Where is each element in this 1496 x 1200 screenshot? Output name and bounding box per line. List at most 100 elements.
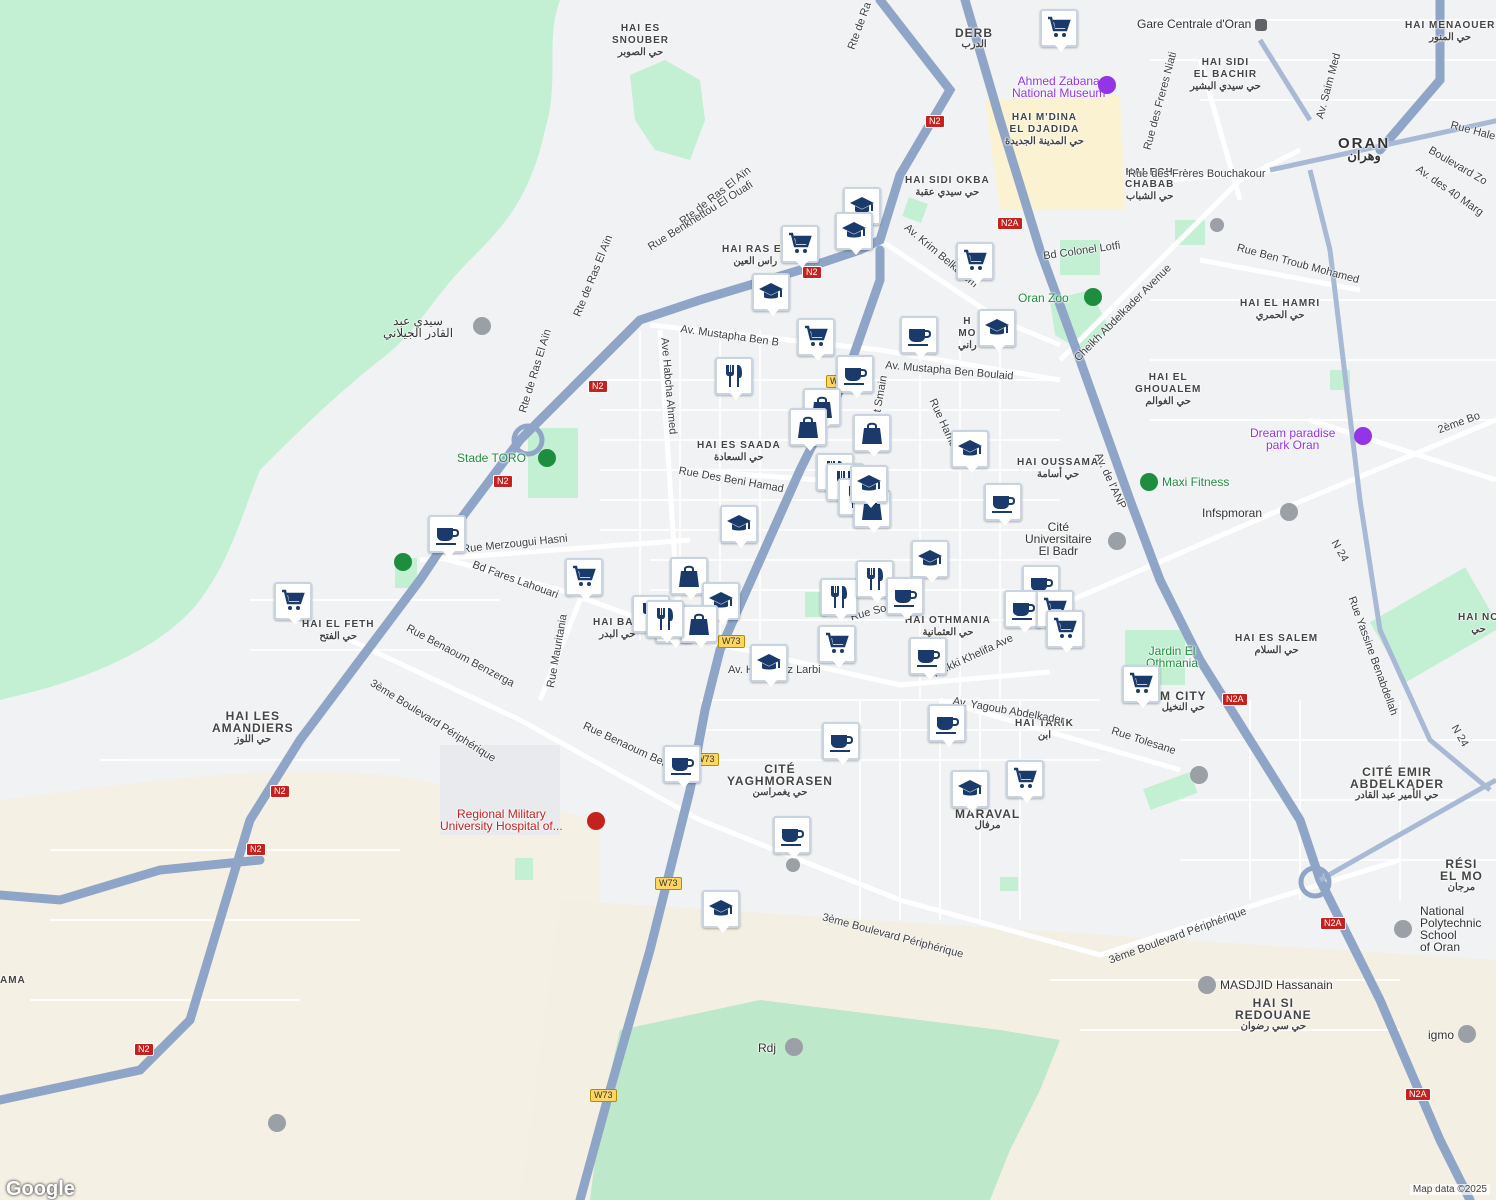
bus-icon: [1210, 218, 1224, 232]
route-shield-w73: W73: [590, 1089, 617, 1102]
school-marker[interactable]: [951, 770, 989, 813]
supermarket-marker[interactable]: [1006, 760, 1044, 803]
restaurant-marker[interactable]: [820, 578, 858, 621]
poi-maxi-fitness[interactable]: Maxi Fitness: [1162, 476, 1229, 488]
restaurant-marker[interactable]: [715, 357, 753, 400]
mosque-icon: [1198, 976, 1216, 994]
shopping-cart-icon: [1130, 672, 1153, 693]
supermarket-marker[interactable]: [1046, 610, 1084, 653]
fitness-icon: [1140, 473, 1158, 491]
sidi-abdelkader-icon: [473, 317, 491, 335]
supermarket-marker[interactable]: [565, 558, 603, 601]
poi-gare[interactable]: Gare Centrale d'Oran: [1137, 18, 1267, 31]
poi-infspmoran[interactable]: Infspmoran: [1202, 507, 1262, 519]
label-hai-mo: H MO راني: [958, 316, 977, 351]
poi-rdj[interactable]: Rdj: [758, 1042, 776, 1054]
label-cite-yaghmorasen: CITÉ YAGHMORASEN حي يغمراسن: [727, 762, 833, 798]
school-marker[interactable]: [850, 465, 888, 508]
poi-polytechnic[interactable]: National Polytechnic School of Oran: [1420, 905, 1481, 953]
label-city-oran: ORAN وهران: [1338, 135, 1391, 163]
label-hai-si-redouane: HAI SI REDOUANE حي سي رضوان: [1235, 996, 1312, 1032]
cafe-icon: [844, 368, 868, 385]
cafe-marker[interactable]: [428, 515, 466, 558]
shopping-cart-icon: [826, 632, 849, 653]
poi-igmo[interactable]: igmo: [1428, 1029, 1454, 1041]
route-shield-w73: W73: [718, 635, 745, 648]
label-cite-emir: CITÉ EMIR ABDELKADER حي الأمير عبد القادر: [1350, 765, 1444, 801]
school-marker[interactable]: [951, 430, 989, 473]
restaurant-marker[interactable]: [646, 600, 684, 643]
cafe-marker[interactable]: [984, 483, 1022, 526]
restaurant-icon: [657, 608, 673, 630]
cafe-icon: [830, 735, 854, 752]
school-icon: [757, 654, 781, 670]
train-icon: [1254, 18, 1267, 31]
map-canvas[interactable]: HAI ES SNOUBER حي الصوبر DERB الدرب HAI SI…: [0, 0, 1496, 1200]
label-hai-les-amandiers: HAI LES AMANDIERS حي اللوز: [212, 709, 294, 745]
map-attribution[interactable]: Map data ©2025: [1409, 1184, 1490, 1195]
label-hai-es-salem: HAI ES SALEM حي السلام: [1235, 633, 1319, 656]
school-marker[interactable]: [750, 644, 788, 687]
poi-masjid-hassanain[interactable]: MASDJID Hassanain: [1220, 979, 1333, 991]
supermarket-marker[interactable]: [956, 242, 994, 285]
supermarket-marker[interactable]: [797, 318, 835, 361]
school-marker[interactable]: [911, 540, 949, 583]
park-icon: [394, 553, 412, 571]
school-icon: [958, 780, 982, 796]
cafe-marker[interactable]: [900, 316, 938, 359]
label-hai-sidi-okba: HAI SIDI OKBA حي سيدي عقبة: [905, 175, 990, 198]
school-icon: [958, 440, 982, 456]
cafe-icon: [908, 329, 932, 346]
museum-icon: [1098, 76, 1116, 94]
supermarket-marker[interactable]: [1122, 665, 1160, 708]
south-park: [590, 1000, 1060, 1200]
shopping-bag-icon: [689, 613, 709, 635]
cafe-marker[interactable]: [663, 745, 701, 788]
road-rue-freres-b: Rue des Frères Bouchakour: [1128, 168, 1266, 180]
igmo-icon: [1458, 1025, 1476, 1043]
school-marker[interactable]: [702, 890, 740, 933]
label-hai-el-feth: HAI EL FETH حي الفتح: [302, 619, 375, 642]
cafe-marker[interactable]: [822, 722, 860, 765]
route-shield-n2a: N2A: [997, 217, 1023, 230]
school-marker[interactable]: [752, 273, 790, 316]
poi-cite-universitaire[interactable]: Cité Universitaire El Badr: [1025, 521, 1092, 557]
cafe-marker[interactable]: [773, 816, 811, 859]
shopping-cart-icon: [964, 249, 987, 270]
label-hai-el-ghoualem: HAI EL GHOUALEM حي الغوالم: [1135, 372, 1202, 407]
poi-sidi-abdelkader[interactable]: سيدي عبد القادر الجيلاني: [383, 315, 453, 339]
shop-marker[interactable]: [853, 414, 891, 457]
poi-oran-zoo[interactable]: Oran Zoo: [1018, 292, 1069, 304]
cafe-marker[interactable]: [836, 355, 874, 398]
poi-museum[interactable]: Ahmed Zabana National Museum: [1012, 75, 1105, 99]
cafe-icon: [936, 717, 960, 734]
stadium-icon: [538, 449, 556, 467]
school-marker[interactable]: [835, 212, 873, 255]
poi-dream-paradise[interactable]: Dream paradise park Oran: [1250, 427, 1335, 451]
cafe-icon: [917, 650, 941, 667]
label-hai-ras-el-ain: HAI RAS EL راس العين: [722, 244, 789, 267]
supermarket-marker[interactable]: [781, 225, 819, 268]
supermarket-marker[interactable]: [274, 582, 312, 625]
school-icon: [1280, 503, 1298, 521]
school-icon: [727, 515, 751, 531]
cafe-marker[interactable]: [886, 577, 924, 620]
school-icon: [918, 550, 942, 566]
cafe-marker[interactable]: [909, 637, 947, 680]
cafe-marker[interactable]: [928, 704, 966, 747]
shopping-cart-icon: [805, 325, 828, 346]
shopping-cart-icon: [789, 232, 812, 253]
cafe-icon: [436, 528, 460, 545]
supermarket-marker[interactable]: [1040, 9, 1078, 52]
supermarket-marker[interactable]: [818, 625, 856, 668]
poi-hospital[interactable]: Regional Military University Hospital of…: [440, 808, 563, 832]
school-icon: [709, 900, 733, 916]
bus-icon: [786, 858, 800, 872]
school-marker[interactable]: [720, 505, 758, 548]
poi-stade-toro[interactable]: Stade TORO: [457, 452, 526, 464]
route-shield-n2: N2: [270, 785, 290, 798]
school-marker[interactable]: [978, 309, 1016, 352]
amusement-icon: [1354, 427, 1372, 445]
shop-marker[interactable]: [680, 605, 718, 648]
shop-marker[interactable]: [789, 408, 827, 451]
